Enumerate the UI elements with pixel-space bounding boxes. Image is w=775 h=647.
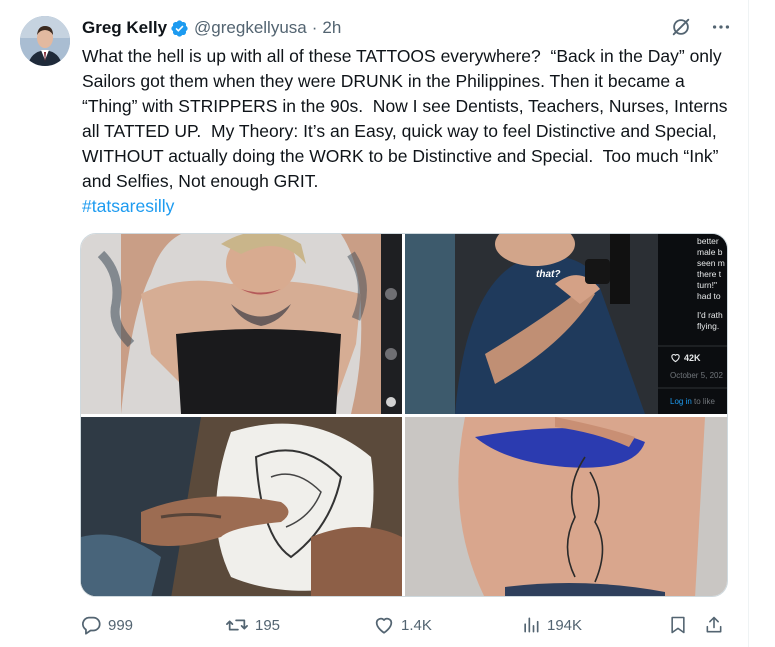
image2-likes-count: 42K — [684, 352, 701, 363]
share-button[interactable] — [704, 614, 724, 636]
tweet-image-1[interactable] — [81, 234, 402, 414]
like-icon — [375, 617, 393, 634]
bookmark-button[interactable] — [668, 614, 688, 636]
verified-badge-icon — [170, 19, 189, 38]
side-line: turn!" — [697, 280, 718, 290]
reply-icon — [81, 616, 101, 635]
author-name[interactable]: Greg Kelly — [82, 18, 167, 38]
tweet-image-3[interactable] — [81, 417, 402, 596]
tweet-image-2[interactable]: that? better male b seen m there t turn!… — [405, 234, 727, 414]
grok-icon[interactable] — [670, 16, 692, 38]
repost-count: 195 — [255, 616, 281, 634]
more-icon[interactable] — [710, 16, 732, 38]
repost-button[interactable]: 195 — [225, 614, 280, 636]
side-line: had to — [697, 291, 721, 301]
bookmark-icon — [671, 616, 685, 634]
image2-caption: that? — [536, 269, 561, 280]
tweet-image-4[interactable] — [405, 417, 727, 596]
timeline-border — [748, 0, 749, 647]
image2-login-tail: to like — [694, 397, 715, 406]
tweet-actions: 999 195 1.4K 194K — [80, 614, 730, 640]
tweet-header: Greg Kelly @gregkellyusa · 2h — [82, 16, 341, 40]
tweet-top-actions — [670, 16, 732, 38]
views-button[interactable]: 194K — [521, 614, 582, 636]
image2-date: October 5, 202 — [670, 371, 723, 380]
side-line: I'd rath — [697, 310, 723, 320]
views-count: 194K — [547, 616, 583, 634]
side-line: flying. — [697, 321, 720, 331]
heart-icon — [671, 353, 680, 363]
side-line: seen m — [697, 258, 725, 268]
reply-button[interactable]: 999 — [80, 614, 133, 636]
reply-count: 999 — [108, 616, 134, 634]
separator-dot: · — [311, 18, 318, 37]
avatar[interactable] — [20, 16, 70, 66]
side-line: better — [697, 236, 719, 246]
share-icon — [706, 616, 722, 633]
side-line: male b — [697, 247, 723, 257]
image2-side-text: better male b seen m there t turn!" had … — [697, 236, 725, 332]
side-line: there t — [697, 269, 722, 279]
hashtag-link[interactable]: #tatsaresilly — [82, 194, 174, 219]
tweet-text: What the hell is up with all of these TA… — [82, 46, 733, 191]
views-icon — [524, 617, 539, 633]
like-button[interactable]: 1.4K — [373, 614, 432, 636]
repost-icon — [226, 619, 248, 631]
image2-login: Log in to like — [670, 397, 715, 406]
author-handle[interactable]: @gregkellyusa — [194, 18, 307, 38]
image2-likes: 42K — [670, 352, 701, 363]
like-count: 1.4K — [401, 616, 432, 634]
image2-login-link: Log in — [670, 397, 692, 406]
media-grid: that? better male b seen m there t turn!… — [80, 233, 728, 597]
timestamp[interactable]: 2h — [322, 18, 341, 38]
